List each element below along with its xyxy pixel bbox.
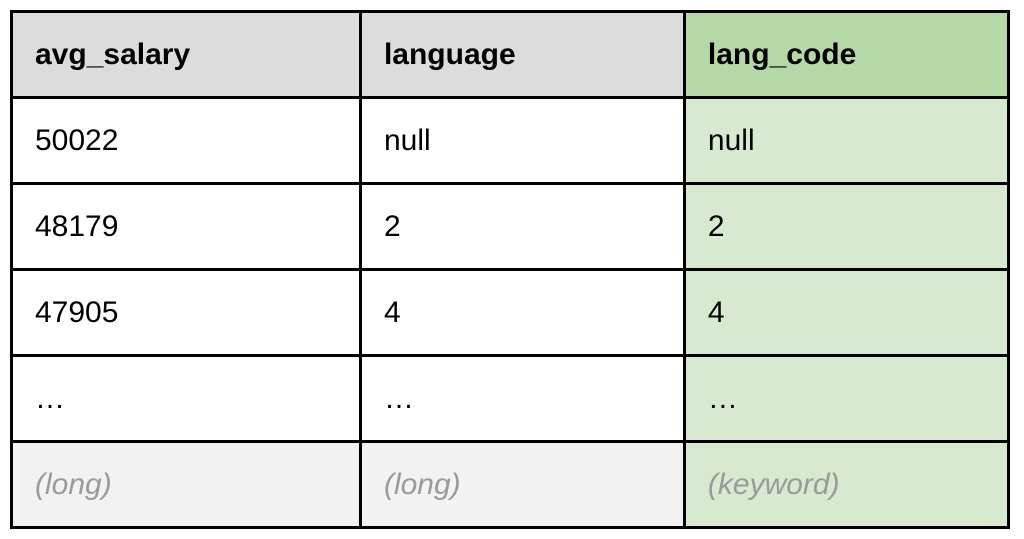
cell-type-avg-salary: (long)	[12, 442, 361, 528]
cell-avg-salary: 50022	[12, 98, 361, 184]
table-row: 50022 null null	[12, 98, 1009, 184]
cell-type-language: (long)	[360, 442, 684, 528]
data-table: avg_salary language lang_code 50022 null…	[10, 10, 1010, 529]
cell-ellipsis: …	[684, 356, 1008, 442]
cell-language: null	[360, 98, 684, 184]
table-row: 47905 4 4	[12, 270, 1009, 356]
cell-ellipsis: …	[12, 356, 361, 442]
cell-avg-salary: 48179	[12, 184, 361, 270]
table-type-row: (long) (long) (keyword)	[12, 442, 1009, 528]
cell-type-lang-code: (keyword)	[684, 442, 1008, 528]
cell-lang-code: 2	[684, 184, 1008, 270]
table-header-row: avg_salary language lang_code	[12, 12, 1009, 98]
cell-lang-code: 4	[684, 270, 1008, 356]
column-header-lang-code: lang_code	[684, 12, 1008, 98]
cell-avg-salary: 47905	[12, 270, 361, 356]
cell-ellipsis: …	[360, 356, 684, 442]
column-header-avg-salary: avg_salary	[12, 12, 361, 98]
table-row-ellipsis: … … …	[12, 356, 1009, 442]
cell-language: 2	[360, 184, 684, 270]
cell-lang-code: null	[684, 98, 1008, 184]
cell-language: 4	[360, 270, 684, 356]
column-header-language: language	[360, 12, 684, 98]
table-row: 48179 2 2	[12, 184, 1009, 270]
